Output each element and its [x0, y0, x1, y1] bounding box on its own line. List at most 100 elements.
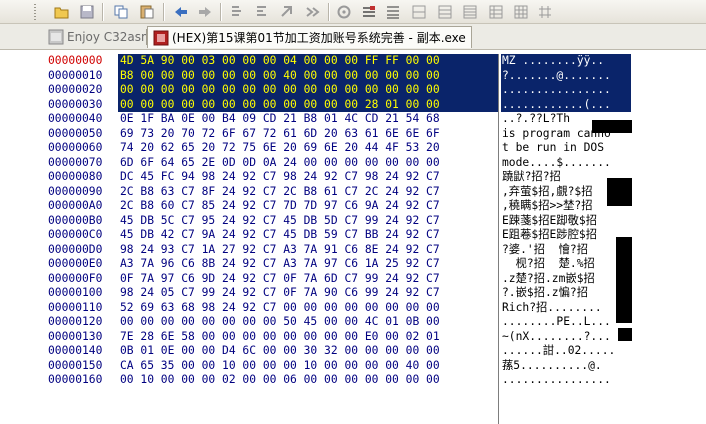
row-offset[interactable]: 00000140 — [46, 344, 118, 359]
row-offset[interactable]: 00000040 — [46, 112, 118, 127]
row-hex-bytes[interactable]: DC 45 FC 94 98 24 92 C7 98 24 92 C7 98 2… — [118, 170, 498, 185]
row-hex-bytes[interactable]: 98 24 05 C7 99 24 92 C7 0F 7A 90 C6 99 2… — [118, 286, 498, 301]
row-ascii[interactable]: ............(... — [501, 97, 631, 112]
save-icon[interactable] — [78, 3, 96, 21]
goto-icon[interactable] — [335, 3, 353, 21]
row-ascii[interactable]: mode....$....... — [501, 156, 631, 171]
row-hex-bytes[interactable]: 00 00 00 00 00 00 00 00 00 00 00 00 28 0… — [118, 97, 498, 112]
main-toolbar — [0, 0, 706, 24]
row-offset[interactable]: 00000010 — [46, 69, 118, 84]
tab-enjoy-c32asm[interactable]: Enjoy C32asm — [48, 26, 153, 48]
find-next-icon[interactable] — [304, 3, 322, 21]
row-hex-bytes[interactable]: 00 10 00 00 00 02 00 00 06 00 00 00 00 0… — [118, 373, 498, 388]
hex-bytes-column[interactable]: 4D 5A 90 00 03 00 00 00 04 00 00 00 FF F… — [118, 54, 498, 388]
paste-icon[interactable] — [138, 3, 156, 21]
split-icon[interactable] — [410, 3, 428, 21]
toolbar-separator — [220, 3, 221, 21]
glyph-block — [616, 237, 632, 323]
row-offset[interactable]: 00000080 — [46, 170, 118, 185]
hex-editor-view[interactable]: 00000000 00000010 00000020 00000030 00000040… — [0, 54, 706, 424]
row-hex-bytes[interactable]: B8 00 00 00 00 00 00 00 40 00 00 00 00 0… — [118, 68, 498, 83]
row-ascii[interactable]: E跙菤$招E踄腔$招 — [501, 228, 631, 243]
row-ascii[interactable]: .z楚?招.zm嵌$招 — [501, 272, 631, 287]
row-hex-bytes[interactable]: 52 69 63 68 98 24 92 C7 00 00 00 00 00 0… — [118, 301, 498, 316]
row-ascii[interactable]: ......詌..02..... — [501, 344, 631, 359]
open-icon[interactable] — [53, 3, 71, 21]
row-hex-bytes[interactable]: 45 DB 42 C7 9A 24 92 C7 45 DB 59 C7 BB 2… — [118, 228, 498, 243]
row-ascii[interactable]: 枧?招 楚.%招 — [501, 257, 631, 272]
document-tab-bar: Enjoy C32asm (HEX)第15课第01节加工资加账号系统完善 - 副… — [0, 24, 706, 50]
row-offset[interactable]: 00000000 — [46, 54, 118, 69]
row-offset[interactable]: 00000030 — [46, 98, 118, 113]
row-hex-bytes[interactable]: 98 24 93 C7 1A 27 92 C7 A3 7A 91 C6 8E 2… — [118, 243, 498, 258]
row-ascii[interactable]: ?婆.'招 懀?招 — [501, 243, 631, 258]
row-ascii[interactable]: ................ — [501, 83, 631, 98]
row-ascii[interactable]: ~(nX........?... — [501, 330, 631, 345]
toolbar-separator — [328, 3, 329, 21]
tab-label: Enjoy C32asm — [67, 30, 153, 44]
row-hex-bytes[interactable]: 74 20 62 65 20 72 75 6E 20 69 6E 20 44 4… — [118, 141, 498, 156]
tab-hex-document[interactable]: (HEX)第15课第01节加工资加账号系统完善 - 副本.exe — [147, 26, 472, 48]
row-offset[interactable]: 000000A0 — [46, 199, 118, 214]
row-offset[interactable]: 00000090 — [46, 185, 118, 200]
row-ascii[interactable]: t be run in DOS — [501, 141, 631, 156]
row-ascii[interactable]: E踈菚$招E踋敬$招 — [501, 214, 631, 229]
row-offset[interactable]: 000000E0 — [46, 257, 118, 272]
hex-document-icon — [153, 30, 169, 45]
find-icon[interactable] — [253, 3, 271, 21]
row-hex-bytes[interactable]: 69 73 20 70 72 6F 67 72 61 6D 20 63 61 6… — [118, 127, 498, 142]
view-icon[interactable] — [512, 3, 530, 21]
row-hex-bytes[interactable]: 6D 6F 64 65 2E 0D 0D 0A 24 00 00 00 00 0… — [118, 156, 498, 171]
row-offset[interactable]: 000000D0 — [46, 243, 118, 258]
row-hex-bytes[interactable]: 0B 01 0E 00 00 D4 6C 00 00 30 32 00 00 0… — [118, 344, 498, 359]
row-ascii[interactable]: ........PE..L... — [501, 315, 631, 330]
row-hex-bytes[interactable]: 4D 5A 90 00 03 00 00 00 04 00 00 00 FF F… — [118, 54, 498, 69]
row-hex-bytes[interactable]: 00 00 00 00 00 00 00 00 50 45 00 00 4C 0… — [118, 315, 498, 330]
forward-icon[interactable] — [196, 3, 214, 21]
row-offset[interactable]: 00000150 — [46, 359, 118, 374]
column-icon[interactable] — [384, 3, 402, 21]
row-ascii[interactable]: ................ — [501, 373, 631, 388]
ascii-column[interactable]: MZ ........ÿÿ.. ?.......@................… — [501, 54, 631, 388]
glyph-block — [618, 328, 632, 341]
table-icon[interactable] — [487, 3, 505, 21]
row-hex-bytes[interactable]: 45 DB 5C C7 95 24 92 C7 45 DB 5D C7 99 2… — [118, 214, 498, 229]
glyph-block — [607, 178, 632, 206]
row-hex-bytes[interactable]: 2C B8 60 C7 85 24 92 C7 7D 7D 97 C6 9A 2… — [118, 199, 498, 214]
row-hex-bytes[interactable]: A3 7A 96 C6 8B 24 92 C7 A3 7A 97 C6 1A 2… — [118, 257, 498, 272]
row-offset[interactable]: 00000110 — [46, 301, 118, 316]
row-hex-bytes[interactable]: 7E 28 6E 58 00 00 00 00 00 00 00 00 E0 0… — [118, 330, 498, 345]
row-offset[interactable]: 000000C0 — [46, 228, 118, 243]
row-ascii[interactable]: ?.嵌$招.z惼?招 — [501, 286, 631, 301]
row-hex-bytes[interactable]: CA 65 35 00 00 10 00 00 00 10 00 00 00 0… — [118, 359, 498, 374]
row-hex-bytes[interactable]: 0F 7A 97 C6 9D 24 92 C7 0F 7A 6D C7 99 2… — [118, 272, 498, 287]
row-hex-bytes[interactable]: 00 00 00 00 00 00 00 00 00 00 00 00 00 0… — [118, 83, 498, 98]
offset-column: 00000000 00000010 00000020 00000030 00000040… — [46, 54, 118, 388]
row-offset[interactable]: 00000070 — [46, 156, 118, 171]
row-offset[interactable]: 00000160 — [46, 373, 118, 388]
toolbar-grip[interactable] — [34, 4, 36, 20]
row-offset[interactable]: 00000060 — [46, 141, 118, 156]
row-offset[interactable]: 00000120 — [46, 315, 118, 330]
toolbar-separator — [102, 3, 103, 21]
row-offset[interactable]: 00000050 — [46, 127, 118, 142]
grid-icon[interactable] — [536, 3, 554, 21]
jump-icon[interactable] — [228, 3, 246, 21]
row-hex-bytes[interactable]: 2C B8 63 C7 8F 24 92 C7 2C B8 61 C7 2C 2… — [118, 185, 498, 200]
row-ascii[interactable]: MZ ........ÿÿ.. — [501, 54, 631, 69]
layout-icon[interactable] — [436, 3, 454, 21]
row-offset[interactable]: 00000130 — [46, 330, 118, 345]
row-offset[interactable]: 000000F0 — [46, 272, 118, 287]
replace-icon[interactable] — [278, 3, 296, 21]
row-offset[interactable]: 00000100 — [46, 286, 118, 301]
row-hex-bytes[interactable]: 0E 1F BA 0E 00 B4 09 CD 21 B8 01 4C CD 2… — [118, 112, 498, 127]
row-offset[interactable]: 000000B0 — [46, 214, 118, 229]
bookmark-icon[interactable] — [360, 3, 378, 21]
row-offset[interactable]: 00000020 — [46, 83, 118, 98]
back-icon[interactable] — [172, 3, 190, 21]
row-ascii[interactable]: 蓀5..........@. — [501, 359, 631, 374]
copy-icon[interactable] — [112, 3, 130, 21]
rows-icon[interactable] — [461, 3, 479, 21]
row-ascii[interactable]: Rich?招........ — [501, 301, 631, 316]
row-ascii[interactable]: ?.......@....... — [501, 68, 631, 83]
